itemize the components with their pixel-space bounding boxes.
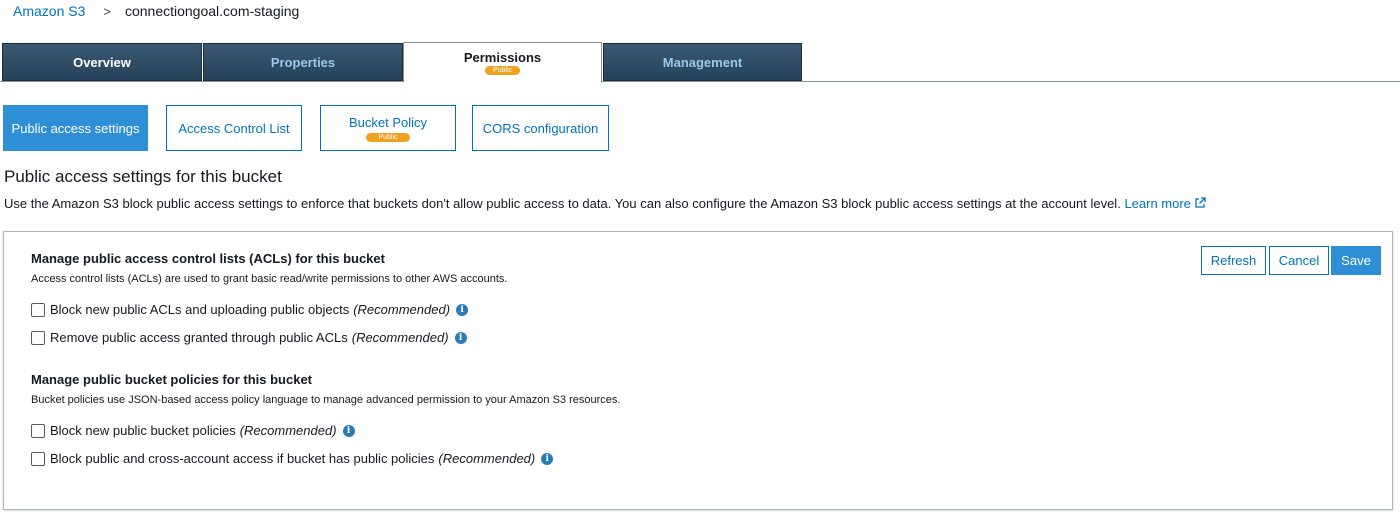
policy-group-description: Bucket policies use JSON-based access po… xyxy=(31,394,621,406)
option-remove-public-access-acls: Remove public access granted through pub… xyxy=(31,330,467,345)
external-link-icon xyxy=(1194,197,1206,212)
subtab-bucket-policy-label: Bucket Policy xyxy=(348,114,428,130)
option-block-cross-account-access: Block public and cross-account access if… xyxy=(31,451,554,466)
breadcrumb-bucket-name: connectiongoal.com-staging xyxy=(124,3,300,19)
info-icon[interactable]: i xyxy=(541,452,554,465)
tab-properties-label: Properties xyxy=(270,54,336,70)
option-label: Block public and cross-account access if… xyxy=(50,451,435,466)
tab-overview[interactable]: Overview xyxy=(2,43,202,81)
tab-permissions-label: Permissions xyxy=(463,50,542,65)
info-icon[interactable]: i xyxy=(454,331,467,344)
block-cross-account-access-checkbox[interactable] xyxy=(31,451,45,466)
breadcrumb: Amazon S3 > connectiongoal.com-staging xyxy=(13,3,299,19)
refresh-button[interactable]: Refresh xyxy=(1201,246,1266,275)
info-icon[interactable]: i xyxy=(456,303,469,316)
block-new-public-policies-checkbox[interactable] xyxy=(31,423,45,438)
bucket-policy-public-badge: Public xyxy=(366,132,410,142)
breadcrumb-separator: > xyxy=(103,3,111,19)
recommended-note: (Recommended) xyxy=(353,302,451,317)
acl-group-title: Manage public access control lists (ACLs… xyxy=(31,251,385,266)
remove-public-access-acls-checkbox[interactable] xyxy=(31,330,45,345)
subtab-access-control-list-label: Access Control List xyxy=(178,120,290,136)
save-button[interactable]: Save xyxy=(1331,246,1381,275)
option-block-new-public-policies: Block new public bucket policies (Recomm… xyxy=(31,423,355,438)
subtab-access-control-list[interactable]: Access Control List xyxy=(166,105,302,151)
section-description-text: Use the Amazon S3 block public access se… xyxy=(4,196,1121,211)
option-block-new-public-acls: Block new public ACLs and uploading publ… xyxy=(31,302,469,317)
acl-group-description: Access control lists (ACLs) are used to … xyxy=(31,273,508,285)
option-label: Block new public bucket policies xyxy=(50,423,236,438)
block-new-public-acls-checkbox[interactable] xyxy=(31,302,45,317)
breadcrumb-amazon-s3[interactable]: Amazon S3 xyxy=(13,3,85,19)
tab-management[interactable]: Management xyxy=(603,43,802,81)
permissions-public-badge: Public xyxy=(484,66,521,75)
subtab-public-access-settings[interactable]: Public access settings xyxy=(3,105,148,151)
recommended-note: (Recommended) xyxy=(239,423,337,438)
tab-overview-label: Overview xyxy=(73,54,131,70)
option-label: Block new public ACLs and uploading publ… xyxy=(50,302,350,317)
cancel-button[interactable]: Cancel xyxy=(1269,246,1329,275)
subtab-cors-configuration-label: CORS configuration xyxy=(482,120,599,136)
tab-permissions[interactable]: Permissions Public xyxy=(403,42,602,83)
learn-more-label: Learn more xyxy=(1124,196,1191,211)
info-icon[interactable]: i xyxy=(342,424,355,437)
section-description: Use the Amazon S3 block public access se… xyxy=(4,196,1206,212)
public-access-settings-panel: Refresh Cancel Save Manage public access… xyxy=(3,231,1393,510)
main-tabbar: Overview Properties Permissions Public M… xyxy=(0,42,1400,83)
option-label: Remove public access granted through pub… xyxy=(50,330,348,345)
learn-more-link[interactable]: Learn more xyxy=(1124,196,1206,212)
subtab-bucket-policy[interactable]: Bucket Policy Public xyxy=(320,105,456,151)
subtab-cors-configuration[interactable]: CORS configuration xyxy=(472,105,609,151)
policy-group-title: Manage public bucket policies for this b… xyxy=(31,372,312,387)
tab-properties[interactable]: Properties xyxy=(203,43,403,81)
page-title: Public access settings for this bucket xyxy=(4,167,282,186)
recommended-note: (Recommended) xyxy=(438,451,536,466)
recommended-note: (Recommended) xyxy=(351,330,449,345)
tab-management-label: Management xyxy=(662,54,743,70)
subtab-public-access-settings-label: Public access settings xyxy=(11,120,140,136)
